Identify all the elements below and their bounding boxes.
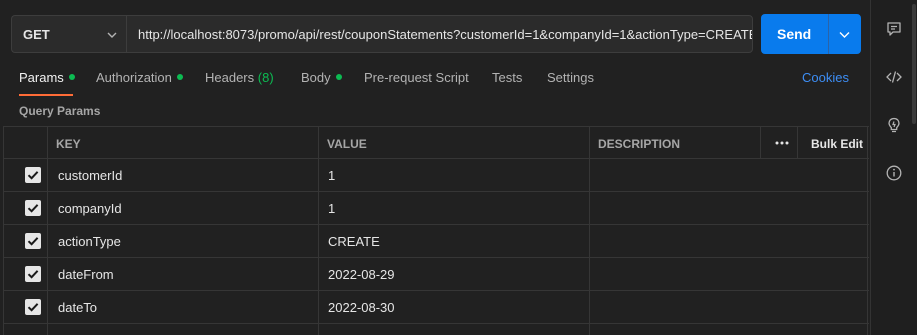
status-dot: [68, 74, 75, 80]
param-value[interactable]: 2022-08-29: [328, 267, 395, 282]
param-value[interactable]: 1: [328, 168, 335, 183]
tab-tests[interactable]: Tests: [492, 70, 522, 85]
url-input[interactable]: http://localhost:8073/promo/api/rest/cou…: [126, 15, 753, 53]
param-key[interactable]: actionType: [58, 234, 121, 249]
tab-label: Tests: [492, 70, 523, 85]
param-key[interactable]: customerId: [58, 168, 122, 183]
column-divider: [867, 126, 868, 335]
table-row: dateTo 2022-08-30: [3, 291, 869, 324]
tab-label: Body: [301, 70, 331, 85]
param-key[interactable]: dateTo: [58, 300, 97, 315]
table-row: actionType CREATE: [3, 225, 869, 258]
tab-settings[interactable]: Settings: [547, 70, 594, 85]
comment-icon[interactable]: [885, 20, 903, 38]
table-row: dateFrom 2022-08-29: [3, 258, 869, 291]
row-checkbox[interactable]: [25, 299, 41, 315]
column-divider: [589, 126, 590, 335]
right-sidebar: [870, 0, 917, 335]
tab-label: Params: [19, 70, 64, 85]
column-divider: [760, 126, 761, 159]
tab-body[interactable]: Body: [301, 70, 342, 85]
send-button[interactable]: Send: [761, 14, 861, 54]
column-header-key: KEY: [56, 137, 81, 151]
row-checkbox[interactable]: [25, 200, 41, 216]
lightbulb-icon[interactable]: [885, 116, 903, 134]
param-key[interactable]: companyId: [58, 201, 122, 216]
send-label: Send: [777, 26, 812, 42]
send-divider: [828, 14, 829, 54]
scrollbar[interactable]: [912, 4, 916, 124]
active-tab-indicator: [19, 94, 73, 96]
row-checkbox[interactable]: [25, 233, 41, 249]
param-value[interactable]: 1: [328, 201, 335, 216]
table-row: customerId 1: [3, 159, 869, 192]
param-value[interactable]: CREATE: [328, 234, 380, 249]
tab-label: Pre-request Script: [364, 70, 469, 85]
info-icon[interactable]: [885, 164, 903, 182]
chevron-down-icon[interactable]: [838, 28, 851, 41]
column-divider: [3, 126, 4, 335]
url-text: http://localhost:8073/promo/api/rest/cou…: [138, 27, 753, 42]
column-header-value: VALUE: [327, 137, 367, 151]
param-value[interactable]: 2022-08-30: [328, 300, 395, 315]
status-dot: [176, 74, 183, 80]
table-row: companyId 1: [3, 192, 869, 225]
column-divider: [797, 126, 798, 159]
tab-headers[interactable]: Headers (8): [205, 70, 274, 85]
status-dot: [335, 74, 342, 80]
column-divider: [47, 126, 48, 335]
tab-authorization[interactable]: Authorization: [96, 70, 183, 85]
tab-label: Headers: [205, 70, 255, 85]
column-header-description: DESCRIPTION: [598, 137, 681, 151]
query-params-title: Query Params: [19, 104, 101, 118]
tab-label: Settings: [547, 70, 594, 85]
code-icon[interactable]: [885, 68, 903, 86]
ellipsis-icon[interactable]: [775, 141, 789, 145]
tab-count: (8): [257, 70, 274, 85]
bulk-edit-button[interactable]: Bulk Edit: [811, 137, 863, 151]
tab-pre-request-script[interactable]: Pre-request Script: [364, 70, 469, 85]
method-select[interactable]: GET: [11, 15, 126, 53]
column-divider: [318, 126, 319, 335]
method-label: GET: [23, 27, 50, 42]
tab-params[interactable]: Params: [19, 70, 75, 85]
param-key[interactable]: dateFrom: [58, 267, 114, 282]
table-header-row: KEY VALUE DESCRIPTION Bulk Edit: [3, 126, 869, 159]
row-checkbox[interactable]: [25, 266, 41, 282]
request-panel: GET http://localhost:8073/promo/api/rest…: [0, 0, 870, 335]
tab-label: Authorization: [96, 70, 172, 85]
chevron-down-icon: [107, 32, 117, 38]
cookies-link[interactable]: Cookies: [802, 70, 849, 85]
row-checkbox[interactable]: [25, 167, 41, 183]
